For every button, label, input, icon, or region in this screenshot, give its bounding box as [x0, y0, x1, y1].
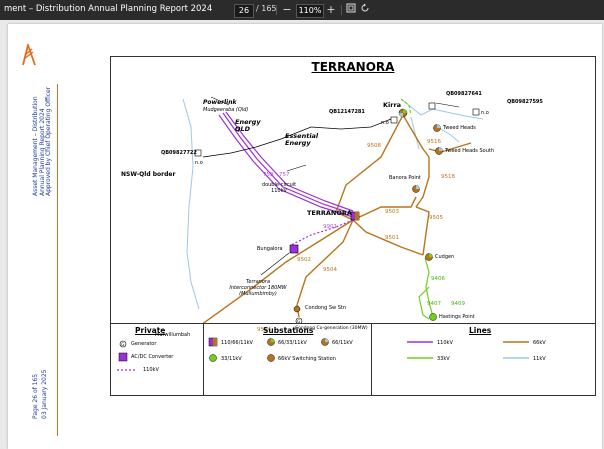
line-number-9518: 9518 [441, 174, 455, 180]
toolbar-divider [341, 5, 342, 15]
side-approved: Approved by Chief Operating Officer [45, 86, 52, 196]
substation-terranora [350, 211, 360, 221]
legend-line-33kv: 33kV [437, 356, 450, 362]
acdc-converter-bungalora [289, 244, 299, 254]
document-title: ment – Distribution Annual Planning Repo… [4, 4, 213, 14]
label-tweed-heads: Tweed Heads [443, 125, 476, 131]
substation-banora-point [412, 185, 420, 193]
label-no-3: n.o [481, 110, 489, 116]
label-qb09827722: QB09827722 [161, 150, 197, 156]
line-number-9508: 9508 [367, 143, 381, 149]
legend-66kv-switching: 66kV Switching Station [278, 356, 336, 362]
legend-private-symbols: G [117, 340, 135, 371]
pdf-toolbar: ment – Distribution Annual Planning Repo… [0, 0, 604, 20]
label-powerlink: Powerlink [203, 99, 237, 106]
label-qb09827641: QB09827641 [446, 91, 482, 97]
map-legend: Private G Generator AC/DC Converter 110k… [111, 323, 595, 396]
line-number-9501: 9501 [385, 235, 399, 241]
label-double-circuit: double-circuit 110kV [261, 182, 297, 194]
label-terranora: TERRANORA [307, 209, 352, 217]
legend-private-110kv: 110kV [143, 367, 159, 373]
label-interconnector: Terranora Interconnector 180MW (Mullumbi… [229, 279, 287, 297]
legend-acdc-converter: AC/DC Converter [131, 354, 174, 360]
substation-tweed-heads-south [435, 147, 443, 155]
line-number-9409: 9409 [451, 301, 465, 307]
label-energy-qld: Energy QLD [235, 118, 261, 133]
legend-lines: Lines 110kV 66kV 33kV 11kV [371, 324, 595, 396]
company-logo-icon [21, 41, 37, 70]
margin-rule [57, 84, 58, 436]
legend-line-66kv: 66kV [533, 340, 546, 346]
network-map: TERRANORA G Powerlink Mudgeeraba (Qld) E… [110, 56, 596, 396]
map-drawing: G [182, 96, 484, 323]
line-number-9407: 9407 [427, 301, 441, 307]
legend-private: Private G Generator AC/DC Converter 110k… [111, 324, 204, 396]
line-number-757: 757 [279, 172, 290, 178]
legend-line-symbols [407, 341, 529, 359]
substation-kirra [398, 108, 408, 118]
toolbar-divider [276, 5, 277, 15]
legend-33-11kv: 33/11kV [221, 356, 242, 362]
zoom-out-button[interactable]: − [280, 3, 294, 17]
legend-line-11kv: 11kV [533, 356, 546, 362]
line-number-9502: 9502 [297, 257, 311, 263]
line-number-9503: 9503 [385, 209, 399, 215]
label-no-2: n.o [381, 120, 389, 126]
substation-hastings-point [429, 313, 437, 321]
rotate-icon[interactable] [358, 3, 372, 17]
label-condong-sw-stn: Condong Sw Stn [305, 305, 347, 311]
label-hastings-point: Hastings Point [439, 314, 475, 320]
legend-substations: Substations 110/66/11kV 66/33/11kV 66/11… [203, 324, 372, 396]
substation-cudgen [425, 253, 433, 261]
legend-66-11kv: 66/11kV [332, 340, 353, 346]
lines-33kv [400, 98, 434, 320]
side-doc-title: Asset Management – Distribution Annual P… [32, 96, 46, 196]
legend-66-33-11kv: 66/33/11kV [278, 340, 307, 346]
label-mudgeeraba: Mudgeeraba (Qld) [203, 107, 249, 113]
svg-text:G: G [121, 342, 124, 347]
legend-110-66-11kv: 110/66/11kV [221, 340, 253, 346]
switching-station-condong [293, 305, 301, 313]
side-page-number: Page 26 of 165 [32, 373, 39, 419]
label-tweed-heads-south: Tweed Heads South [445, 148, 495, 154]
side-date: 03 January 2025 [41, 369, 48, 419]
pdf-page: Asset Management – Distribution Annual P… [8, 24, 602, 449]
fit-page-icon[interactable] [344, 3, 358, 17]
line-number-9901: 9901 [323, 224, 337, 230]
label-qb12147281: QB12147281 [329, 109, 365, 115]
line-number-758: 758 [263, 172, 274, 178]
label-nsw-qld-border: NSW-Qld border [121, 171, 176, 178]
legend-generator: Generator [131, 341, 157, 347]
substation-tweed-heads [433, 124, 441, 132]
label-qb09827595: QB09827595 [507, 99, 543, 105]
label-no-1: n.o [195, 160, 203, 166]
line-number-9504: 9504 [323, 267, 337, 273]
label-bungalora: Bungalora [257, 246, 283, 252]
label-banora-point: Banora Point [389, 175, 421, 181]
line-number-9406: 9406 [431, 276, 445, 282]
label-cudgen: Cudgen [435, 254, 455, 260]
line-number-9516: 9516 [427, 139, 441, 145]
zoom-level[interactable]: 110% [296, 4, 324, 18]
zoom-in-button[interactable]: + [324, 3, 338, 17]
page-total: / 165 [256, 4, 277, 13]
legend-line-110kv: 110kV [437, 340, 453, 346]
label-kirra: Kirra [383, 101, 402, 109]
line-number-9505: 9505 [429, 215, 443, 221]
page-number-input[interactable]: 26 [234, 4, 254, 18]
label-essential-energy: Essential Energy [285, 132, 319, 147]
